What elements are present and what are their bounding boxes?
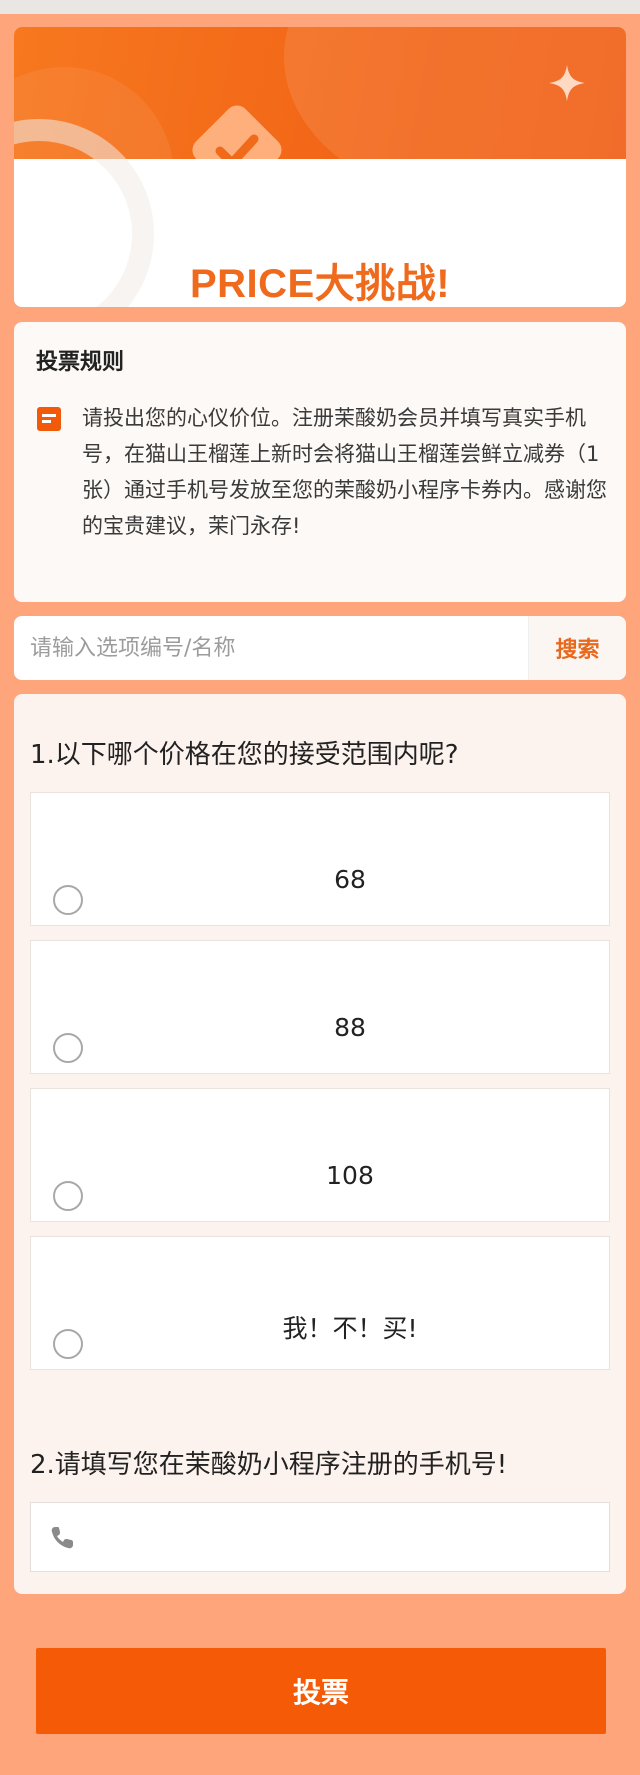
option-item[interactable]: 我！不！买! [30, 1236, 610, 1370]
option-label: 108 [326, 1161, 374, 1190]
search-bar: 搜索 [14, 616, 626, 680]
radio-button[interactable] [53, 1329, 83, 1359]
search-input[interactable] [14, 616, 528, 680]
radio-button[interactable] [53, 1181, 83, 1211]
question-1-title: 1.以下哪个价格在您的接受范围内呢? [30, 740, 459, 770]
option-item[interactable]: 88 [30, 940, 610, 1074]
question-1-options: 68 88 108 我！不！买! [30, 792, 610, 1384]
question-2-title: 2.请填写您在茉酸奶小程序注册的手机号! [30, 1450, 508, 1480]
question-card: 1.以下哪个价格在您的接受范围内呢? 68 88 108 我！不！买! 2.请填… [14, 694, 626, 1594]
radio-button[interactable] [53, 885, 83, 915]
phone-field[interactable] [30, 1502, 610, 1572]
option-item[interactable]: 108 [30, 1088, 610, 1222]
rules-text: 请投出您的心仪价位。注册茉酸奶会员并填写真实手机号，在猫山王榴莲上新时会将猫山王… [82, 406, 607, 538]
page-title: PRICE大挑战! [189, 262, 451, 306]
sparkle-icon [549, 65, 585, 101]
rules-card: 投票规则 请投出您的心仪价位。注册茉酸奶会员并填写真实手机号，在猫山王榴莲上新时… [14, 322, 626, 602]
option-label: 我！不！买! [282, 1314, 418, 1343]
banner-header [14, 27, 626, 159]
banner-card: PRICE大挑战! [14, 27, 626, 307]
rules-title: 投票规则 [36, 350, 125, 375]
radio-button[interactable] [53, 1033, 83, 1063]
phone-icon [51, 1527, 73, 1549]
document-icon [37, 407, 61, 431]
status-strip [0, 0, 640, 14]
option-label: 68 [334, 865, 366, 894]
phone-input[interactable] [87, 1503, 607, 1571]
option-item[interactable]: 68 [30, 792, 610, 926]
option-label: 88 [334, 1013, 366, 1042]
check-badge-icon [192, 105, 282, 159]
search-button[interactable]: 搜索 [528, 616, 626, 680]
vote-button[interactable]: 投票 [36, 1648, 606, 1734]
